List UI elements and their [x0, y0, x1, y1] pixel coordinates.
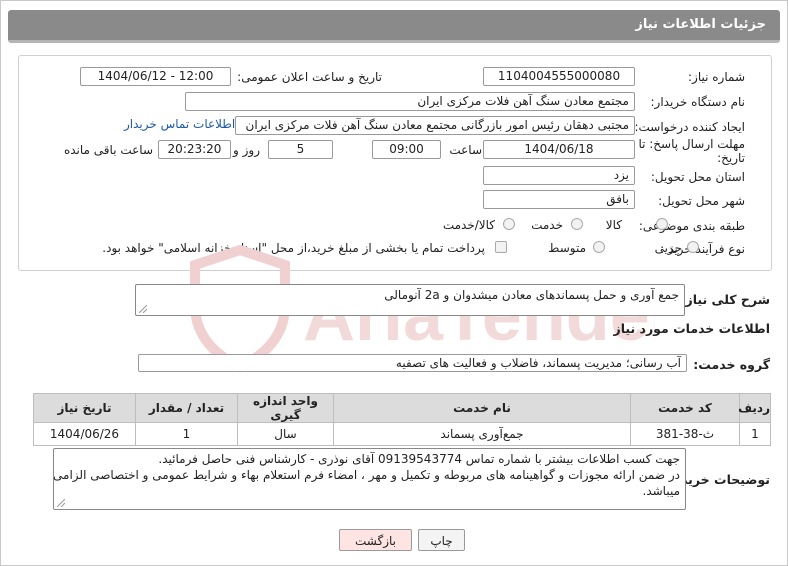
buyer-notes-line-3: میباشد.	[642, 484, 681, 498]
resize-handle-icon[interactable]	[57, 499, 65, 507]
creator-label: ایجاد کننده درخواست:	[634, 120, 745, 134]
cell-service-code: ث-38-381	[630, 422, 740, 446]
cell-row-number: 1	[739, 422, 771, 446]
table-header-row: ردیف کد خدمت نام خدمت واحد اندازه گیری ت…	[33, 393, 771, 423]
province-label: استان محل تحویل:	[650, 170, 745, 184]
category-option-goods-service: کالا/خدمت	[442, 218, 495, 232]
announce-date-field[interactable]: 1404/06/12 - 12:00	[80, 67, 231, 86]
service-group-label: گروه خدمت:	[693, 357, 770, 372]
category-label: طبقه بندی موضوعی:	[638, 219, 745, 233]
summary-text: جمع آوری و حمل پسماندهای معادن میشدوان و…	[384, 288, 679, 302]
buyer-org-label: نام دستگاه خریدار:	[650, 95, 746, 109]
process-option-medium: متوسط	[548, 241, 586, 255]
need-info-panel	[18, 55, 772, 271]
need-number-field[interactable]: 1104004555000080	[483, 67, 635, 86]
buyer-notes-line-2: در ضمن ارائه مجوزات و گواهینامه های مربو…	[53, 468, 680, 482]
process-option-minor: جزیی	[654, 241, 682, 255]
page-title: جزئیات اطلاعات نیاز	[635, 17, 766, 32]
page-header: جزئیات اطلاعات نیاز	[8, 10, 780, 43]
cell-unit: سال	[237, 422, 334, 446]
col-header-row-number: ردیف	[738, 393, 771, 423]
col-header-quantity: تعداد / مقدار	[135, 393, 238, 423]
cell-quantity: 1	[135, 422, 238, 446]
category-radio-service[interactable]	[571, 218, 583, 230]
city-label: شهر محل تحویل:	[658, 194, 745, 208]
buyer-notes-line-1: جهت کسب اطلاعات بیشتر با شماره تماس 0913…	[158, 452, 680, 466]
col-header-service-code: کد خدمت	[630, 393, 740, 423]
print-button[interactable]: چاپ	[418, 529, 465, 551]
deadline-time-label: ساعت	[449, 143, 482, 157]
days-remaining-field[interactable]: 5	[268, 140, 333, 159]
deadline-time-field[interactable]: 09:00	[372, 140, 441, 159]
treasury-payment-note: پرداخت تمام یا بخشی از مبلغ خرید،از محل …	[102, 241, 485, 255]
summary-label: شرح کلی نیاز:	[680, 292, 770, 307]
cell-need-date: 1404/06/26	[33, 422, 136, 446]
process-radio-medium[interactable]	[593, 241, 605, 253]
table-row: 1 ث-38-381 جمع‌آوری پسماند سال 1 1404/06…	[33, 422, 771, 446]
days-label: روز و	[233, 143, 260, 157]
category-radio-goods-service[interactable]	[503, 218, 515, 230]
buyer-notes-textarea[interactable]: جهت کسب اطلاعات بیشتر با شماره تماس 0913…	[53, 448, 686, 510]
creator-field[interactable]: مجتبی دهقان رئیس امور بازرگانی مجتمع معا…	[235, 116, 635, 135]
buyer-contact-link[interactable]: اطلاعات تماس خریدار	[124, 117, 235, 131]
announce-date-label: تاریخ و ساعت اعلان عمومی:	[237, 70, 382, 84]
city-field[interactable]: بافق	[483, 190, 635, 209]
category-radio-goods[interactable]	[656, 218, 668, 230]
back-button[interactable]: بازگشت	[339, 529, 412, 551]
province-field[interactable]: یزد	[483, 166, 635, 185]
need-number-label: شماره نیاز:	[688, 70, 745, 84]
buyer-org-field[interactable]: مجتمع معادن سنگ آهن فلات مرکزی ایران	[185, 92, 635, 111]
col-header-service-name: نام خدمت	[333, 393, 631, 423]
remaining-label: ساعت باقی مانده	[63, 143, 153, 157]
col-header-need-date: تاریخ نیاز	[33, 393, 136, 423]
summary-textarea[interactable]: جمع آوری و حمل پسماندهای معادن میشدوان و…	[135, 284, 685, 316]
deadline-label-line2: تاریخ:	[717, 151, 745, 165]
services-table: ردیف کد خدمت نام خدمت واحد اندازه گیری ت…	[33, 393, 771, 446]
category-option-service: خدمت	[531, 218, 563, 232]
service-group-field[interactable]: آب رسانی؛ مدیریت پسماند، فاضلاب و فعالیت…	[138, 354, 687, 372]
resize-handle-icon[interactable]	[139, 305, 147, 313]
treasury-payment-checkbox[interactable]	[495, 241, 507, 253]
deadline-label-line1: مهلت ارسال پاسخ: تا	[638, 137, 745, 151]
services-section-title: اطلاعات خدمات مورد نیاز	[613, 321, 771, 336]
remaining-time-field[interactable]: 20:23:20	[158, 140, 231, 159]
process-radio-minor[interactable]	[687, 241, 699, 253]
cell-service-name: جمع‌آوری پسماند	[333, 422, 631, 446]
deadline-date-field[interactable]: 1404/06/18	[483, 140, 635, 159]
category-option-goods: کالا	[605, 218, 622, 232]
col-header-unit: واحد اندازه گیری	[237, 393, 334, 423]
